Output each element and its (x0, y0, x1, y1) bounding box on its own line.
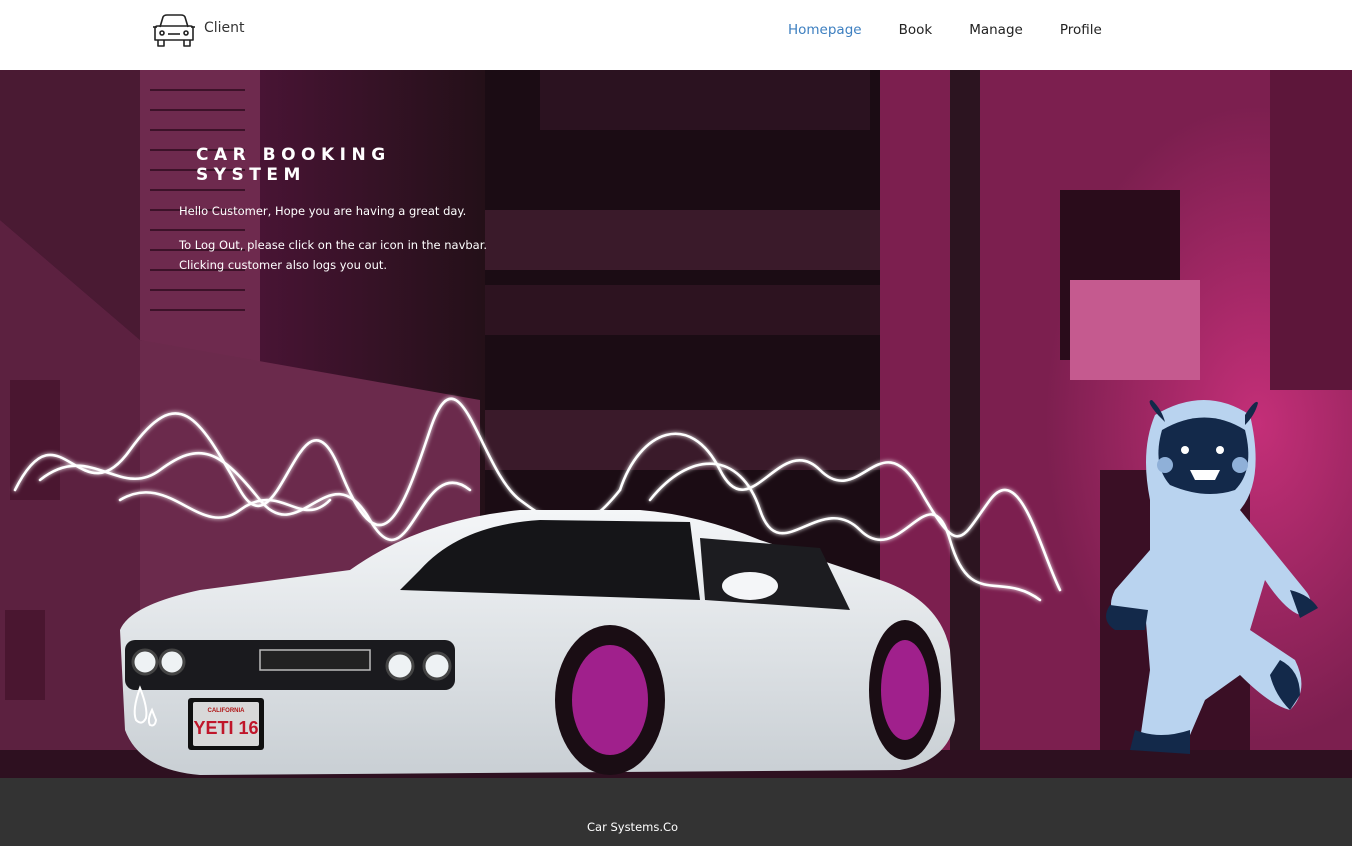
navbar: Client Homepage Book Manage Profile (0, 0, 1352, 70)
car-icon[interactable] (152, 13, 196, 49)
footer: Car Systems.Co (0, 778, 1352, 846)
nav-manage[interactable]: Manage (969, 22, 1023, 38)
hero-title: CAR BOOKING SYSTEM (196, 145, 391, 185)
nav-profile[interactable]: Profile (1060, 22, 1102, 38)
plate-number: YETI 16 (193, 718, 258, 738)
hero-greeting: Hello Customer, Hope you are having a gr… (179, 204, 467, 218)
plate-state: CALIFORNIA (208, 708, 246, 714)
nav-links: Homepage Book Manage Profile (788, 22, 1139, 38)
hero-logout-note: Clicking customer also logs you out. (179, 258, 388, 272)
hero-text-block: CAR BOOKING SYSTEM Hello Customer, Hope … (179, 145, 487, 275)
brand-logout-link[interactable]: Client (152, 13, 245, 49)
nav-book[interactable]: Book (899, 22, 933, 38)
brand-label[interactable]: Client (204, 20, 245, 36)
nav-homepage[interactable]: Homepage (788, 22, 862, 38)
footer-text: Car Systems.Co (587, 820, 679, 834)
hero-logout-instruction: To Log Out, please click on the car icon… (179, 238, 488, 252)
hero-banner: CALIFORNIA YETI 16 CAR BOOKING SYSTEM He… (0, 70, 1352, 778)
